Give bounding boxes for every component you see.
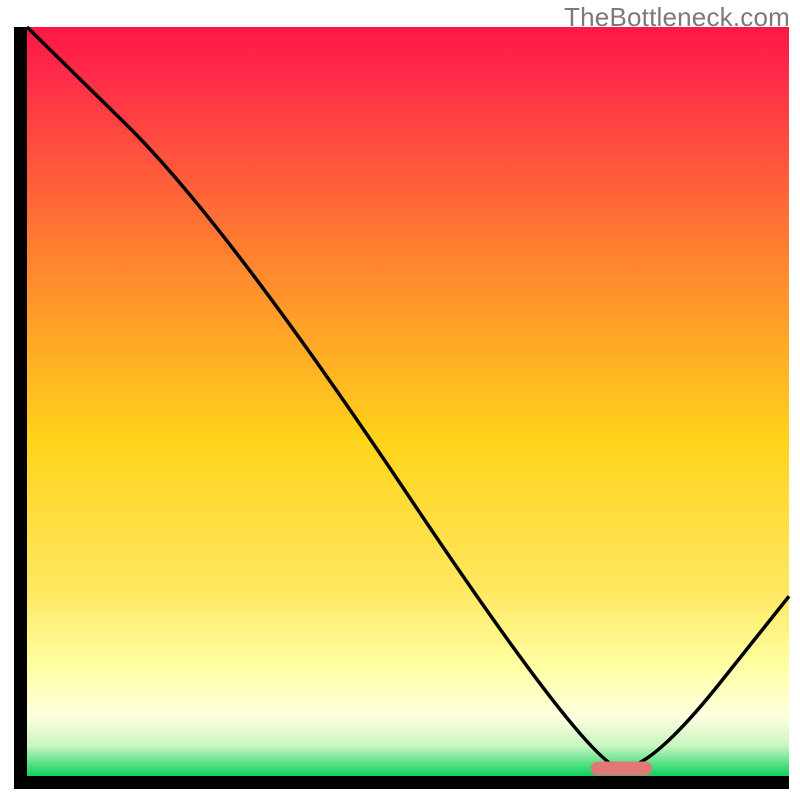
optimal-range-marker xyxy=(591,762,652,776)
axis-frame-bottom xyxy=(14,776,789,789)
site-watermark: TheBottleneck.com xyxy=(564,2,790,33)
chart-svg-root xyxy=(0,0,800,800)
axis-frame-left xyxy=(14,27,27,789)
bottleneck-chart: TheBottleneck.com xyxy=(0,0,800,800)
